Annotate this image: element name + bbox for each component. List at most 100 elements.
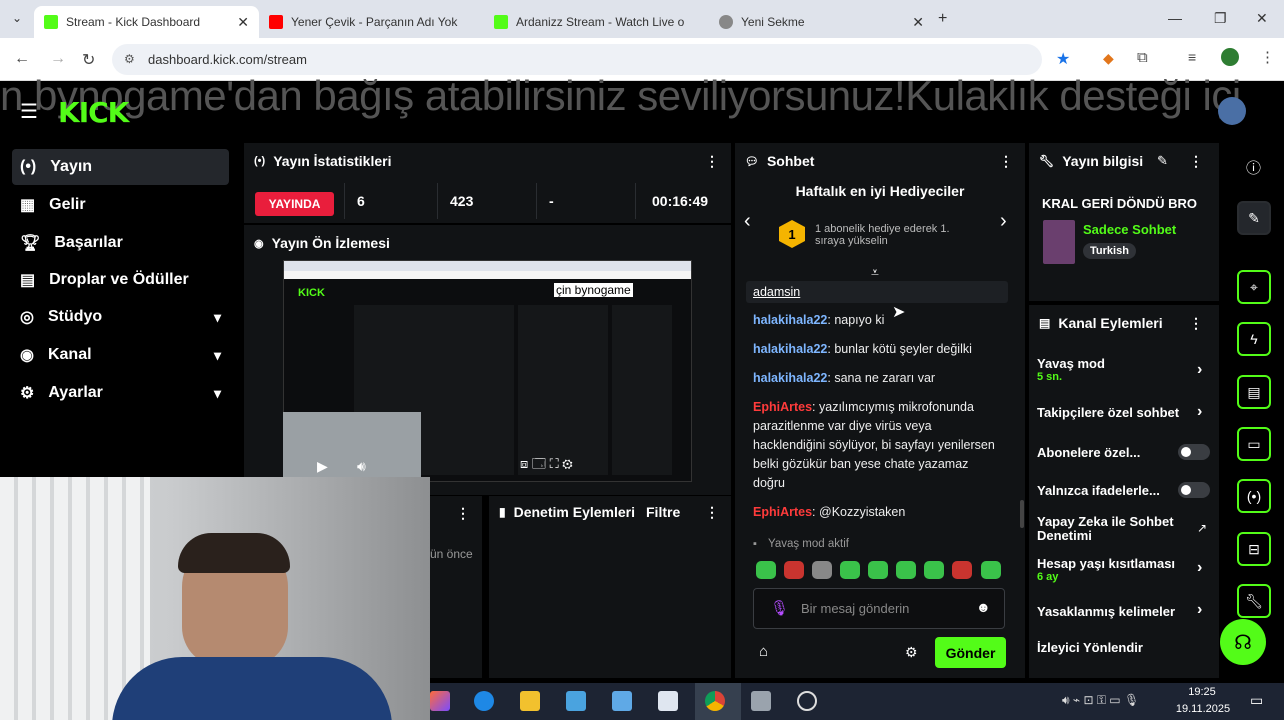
emote-icon[interactable] <box>756 561 776 579</box>
send-button[interactable]: Gönder <box>935 637 1006 668</box>
action-ai-moderation[interactable]: Yapay Zeka ile Sohbet Denetimi <box>1037 515 1177 543</box>
hamburger-menu-icon[interactable]: ☰ <box>20 99 38 124</box>
action-subscribers-only[interactable]: Abonelere özel... <box>1037 445 1140 460</box>
pinned-message[interactable]: adamsin <box>746 281 1008 303</box>
action-slow-mode[interactable]: Yavaş mod 5 sn. <box>1037 356 1105 383</box>
chevron-right-icon[interactable]: › <box>1197 601 1202 619</box>
chat-settings-icon[interactable]: ⚙ <box>905 644 918 661</box>
play-icon[interactable]: ▶ <box>317 458 328 475</box>
extensions-icon[interactable]: ⧉ <box>1137 49 1148 66</box>
info-icon[interactable]: ⓘ <box>1246 157 1261 178</box>
chevron-right-icon[interactable]: › <box>1000 210 1007 233</box>
action-banned-words[interactable]: Yasaklanmış kelimeler <box>1037 604 1175 619</box>
sidebar-item-kanal[interactable]: ◉ Kanal ▾ <box>12 337 229 373</box>
rail-edit-button[interactable]: ✎ <box>1237 201 1271 235</box>
rail-broadcast-button[interactable]: (•) <box>1237 479 1271 513</box>
site-info-icon[interactable]: ⚙ <box>124 52 135 66</box>
sidebar-item-studyo[interactable]: ◎ Stüdyo ▾ <box>12 299 229 335</box>
action-redirect-viewers[interactable]: İzleyici Yönlendir <box>1037 640 1143 655</box>
clock-date[interactable]: 19.11.2025 <box>1171 703 1235 715</box>
app-icon[interactable] <box>658 691 678 711</box>
rail-capture-button[interactable]: ⌖ <box>1237 270 1271 304</box>
collapse-icon[interactable]: ⩡ <box>871 264 879 281</box>
sidebar-item-ayarlar[interactable]: ⚙ Ayarlar ▾ <box>12 375 229 411</box>
chrome-icon[interactable] <box>705 691 725 711</box>
clock-time[interactable]: 19:25 <box>1177 686 1227 698</box>
chat-username[interactable]: EphiArtes <box>753 505 812 519</box>
emote-icon[interactable] <box>952 561 972 579</box>
chat-username[interactable]: halakihala22 <box>753 371 827 385</box>
restore-icon[interactable]: ❐ <box>1214 10 1227 27</box>
emote-icon[interactable] <box>896 561 916 579</box>
emote-icon[interactable] <box>924 561 944 579</box>
tab-ardanizz[interactable]: Ardanizz Stream - Watch Live o <box>484 6 709 38</box>
metamask-icon[interactable]: ◆ <box>1103 50 1114 67</box>
rail-layout-button[interactable]: ⊟ <box>1237 532 1271 566</box>
url-field[interactable]: ⚙ dashboard.kick.com/stream <box>112 44 1042 75</box>
more-options-icon[interactable]: ⋮ <box>1189 153 1203 170</box>
close-tab-icon[interactable]: ✕ <box>237 14 249 31</box>
back-icon[interactable]: ← <box>14 50 30 68</box>
action-followers-only[interactable]: Takipçilere özel sohbet <box>1037 405 1179 420</box>
external-link-icon[interactable]: ↗ <box>1197 521 1207 535</box>
filter-button[interactable]: Filtre <box>646 504 680 520</box>
chat-username[interactable]: EphiArtes <box>753 400 812 414</box>
chat-input[interactable]: 🎙︎ Bir mesaj gönderin ☻ <box>753 588 1005 629</box>
action-emotes-only[interactable]: Yalnızca ifadelerle... <box>1037 483 1160 498</box>
tab-kick-dashboard[interactable]: Stream - Kick Dashboard ✕ <box>34 6 259 38</box>
chevron-right-icon[interactable]: › <box>1197 403 1202 421</box>
emote-icon[interactable] <box>840 561 860 579</box>
kick-logo[interactable]: KICK <box>58 96 129 129</box>
obs-icon[interactable] <box>797 691 817 711</box>
rail-bolt-button[interactable]: ϟ <box>1237 322 1271 356</box>
sidebar-item-gelir[interactable]: ▦ Gelir <box>12 187 229 223</box>
chevron-right-icon[interactable]: › <box>1197 559 1202 577</box>
chat-scrollbar[interactable] <box>1020 500 1024 528</box>
close-window-icon[interactable]: ✕ <box>1256 10 1268 27</box>
file-explorer-icon[interactable] <box>520 691 540 711</box>
tab-youtube[interactable]: Yener Çevik - Parçanın Adı Yok | <box>259 6 484 38</box>
close-tab-icon[interactable]: ✕ <box>912 14 924 31</box>
tab-new-tab[interactable]: Yeni Sekme ✕ <box>709 6 934 38</box>
media-controls-icon[interactable]: ≡ <box>1188 49 1196 65</box>
reload-icon[interactable]: ↻ <box>82 50 95 70</box>
more-options-icon[interactable]: ⋮ <box>705 153 719 170</box>
category-link[interactable]: Sadece Sohbet <box>1083 222 1176 237</box>
preview-controls[interactable]: ⧈ 🗔︎ ⛶ ⚙ <box>520 455 573 477</box>
emote-icon[interactable] <box>981 561 1001 579</box>
store-app-icon[interactable] <box>566 691 586 711</box>
tab-list-icon[interactable]: ⌄ <box>12 11 22 25</box>
edit-icon[interactable]: ✎ <box>1157 153 1168 169</box>
copilot-icon[interactable] <box>430 691 450 711</box>
support-headset-icon[interactable]: ☊ <box>1220 619 1266 665</box>
sidebar-item-yayin[interactable]: (•) Yayın <box>12 149 229 185</box>
store-icon[interactable]: ⌂ <box>759 643 768 660</box>
emote-icon[interactable] <box>812 561 832 579</box>
more-options-icon[interactable]: ⋮ <box>456 505 470 522</box>
more-options-icon[interactable]: ⋮ <box>705 504 719 521</box>
mail-icon[interactable] <box>612 691 632 711</box>
chat-username[interactable]: halakihala22 <box>753 342 827 356</box>
microphone-icon[interactable]: 🎙︎ <box>770 599 789 617</box>
profile-avatar-icon[interactable] <box>1221 48 1239 66</box>
sidebar-item-droplar[interactable]: ▤ Droplar ve Ödüller <box>12 262 229 298</box>
more-options-icon[interactable]: ⋮ <box>1189 315 1203 332</box>
user-avatar[interactable] <box>1218 97 1246 125</box>
bookmark-star-icon[interactable]: ★ <box>1056 49 1070 69</box>
more-options-icon[interactable]: ⋮ <box>999 153 1013 170</box>
chevron-left-icon[interactable]: ‹ <box>744 210 751 233</box>
app-icon[interactable] <box>751 691 771 711</box>
system-tray-icons[interactable]: 🔊︎ ⌁ ⊡ ⚿ ▭ 🎙︎ <box>1062 693 1139 708</box>
emote-icon[interactable] <box>868 561 888 579</box>
rail-notes-button[interactable]: ▤ <box>1237 375 1271 409</box>
volume-icon[interactable]: 🔊︎ <box>357 458 366 475</box>
sidebar-item-basarilar[interactable]: 🏆︎ Başarılar <box>12 225 229 261</box>
subscribers-only-toggle[interactable] <box>1178 444 1210 460</box>
action-account-age[interactable]: Hesap yaşı kısıtlaması 6 ay <box>1037 556 1175 583</box>
emoji-icon[interactable]: ☻ <box>976 599 991 615</box>
browser-menu-icon[interactable]: ⋮ <box>1260 48 1275 66</box>
emote-icon[interactable] <box>784 561 804 579</box>
emotes-only-toggle[interactable] <box>1178 482 1210 498</box>
rail-tools-button[interactable]: 🔧︎ <box>1237 584 1271 618</box>
rail-chat-button[interactable]: ▭ <box>1237 427 1271 461</box>
